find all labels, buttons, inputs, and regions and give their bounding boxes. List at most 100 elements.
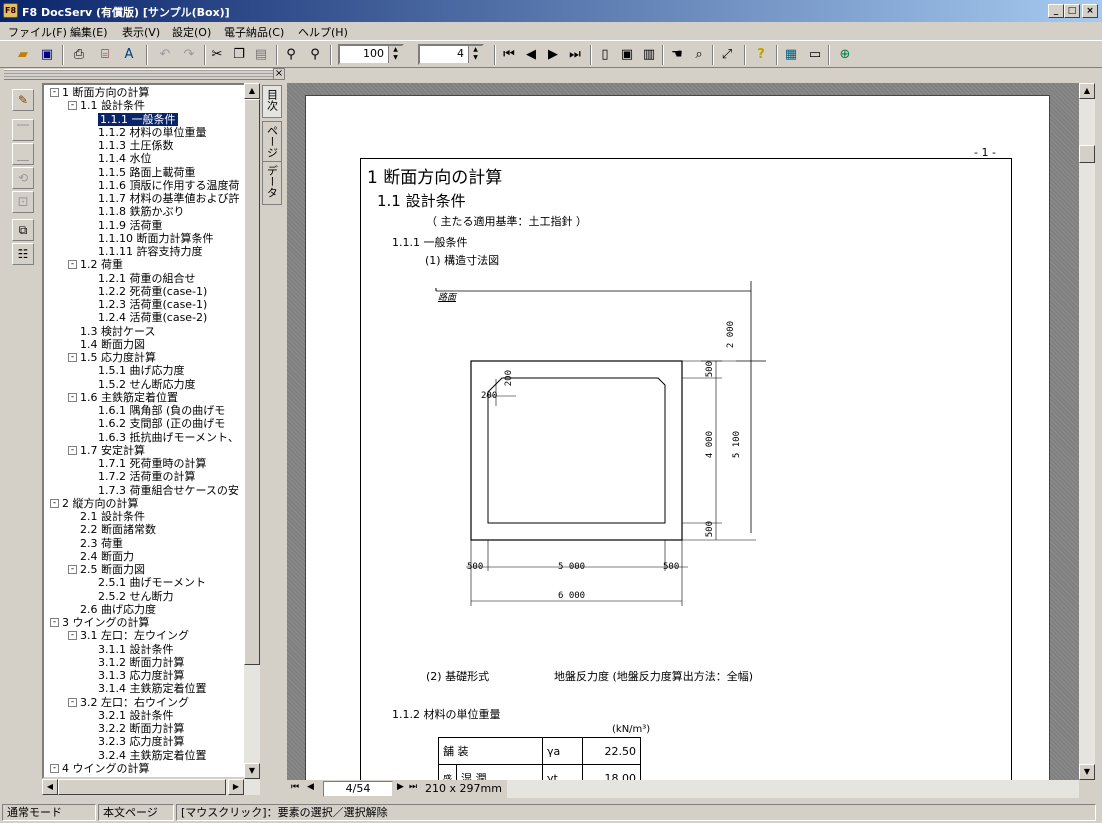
window-icon[interactable]: ▭ <box>804 44 826 66</box>
tree-item[interactable]: 4 ウイングの計算 <box>62 762 150 775</box>
doc-horizontal-scrollbar[interactable] <box>507 780 1079 798</box>
tree-item[interactable]: 1.1.11 許容支持力度 <box>98 245 202 258</box>
scroll-down-icon[interactable]: ▼ <box>244 763 260 779</box>
tree-item[interactable]: 1.1.6 頂版に作用する温度荷 <box>98 179 240 192</box>
save-icon[interactable]: ▣ <box>36 44 58 66</box>
tree-item[interactable]: 1.7.1 死荷重時の計算 <box>98 457 207 470</box>
minimize-button[interactable]: _ <box>1048 4 1064 18</box>
tree-item[interactable]: 3.1.3 応力度計算 <box>98 669 185 682</box>
fit-width-icon[interactable]: ▥ <box>638 44 660 66</box>
tree-hscroll-thumb[interactable] <box>58 779 226 795</box>
tree-item[interactable]: 2.2 断面諸常数 <box>80 523 156 536</box>
tree-item[interactable]: 3.2.3 応力度計算 <box>98 735 185 748</box>
next-page-icon[interactable]: ▶ <box>542 44 564 66</box>
first-page-nav-icon[interactable]: ⏮ <box>291 782 299 792</box>
tree-item[interactable]: 1.1.10 断面力計算条件 <box>98 232 213 245</box>
tree-item[interactable]: 1.2 荷重 <box>80 258 123 271</box>
first-page-icon[interactable]: ⏮ <box>498 44 520 66</box>
print-icon[interactable]: ⎙ <box>68 44 90 66</box>
tree-item[interactable]: 1.1.1 一般条件 <box>98 112 178 126</box>
tree-item[interactable]: 2.4 断面力 <box>80 550 134 563</box>
doc-scroll-down-icon[interactable]: ▼ <box>1079 764 1095 780</box>
tree-toggle-icon[interactable]: - <box>50 88 59 97</box>
toc-tree[interactable]: -1 断面方向の計算 -1.1 設計条件 1.1.1 一般条件 1.1.2 材料の単位… <box>42 83 260 779</box>
page-indicator[interactable]: 4/54 <box>323 781 393 797</box>
tree-item[interactable]: 2.5 断面力図 <box>80 563 145 576</box>
paste-icon[interactable]: ▤ <box>250 44 272 66</box>
tree-item[interactable]: 1 断面方向の計算 <box>62 86 150 99</box>
tree-item[interactable]: 3.1.2 断面力計算 <box>98 656 185 669</box>
redo-icon[interactable]: ↷ <box>178 44 200 66</box>
list-tool-icon[interactable]: ☷ <box>12 243 34 265</box>
tree-toggle-icon[interactable]: - <box>68 392 77 402</box>
tree-toggle-icon[interactable]: - <box>68 565 77 574</box>
tree-item[interactable]: 1.2.3 活荷重(case-1) <box>98 298 207 311</box>
tree-item[interactable]: 1.6.2 支間部 (正の曲げモ <box>98 417 225 430</box>
help-icon[interactable]: ? <box>750 44 772 66</box>
zoom-updown-icon[interactable]: ▲ ▼ <box>388 46 402 63</box>
zoom-spinner[interactable]: 100 ▲ ▼ <box>338 44 404 65</box>
tree-toggle-icon[interactable]: - <box>50 763 59 773</box>
tree-item[interactable]: 1.7.3 荷重組合せケースの安 <box>98 484 239 497</box>
tree-item[interactable]: 2.5.2 せん断力 <box>98 590 174 603</box>
tree-vertical-scrollbar[interactable]: ▲ ▼ <box>244 83 260 779</box>
next-page-nav-icon[interactable]: ▶ <box>397 782 404 792</box>
single-page-icon[interactable]: ▯ <box>594 44 616 66</box>
tab-data[interactable]: データ <box>262 161 282 205</box>
tree-item[interactable]: 1.2.1 荷重の組合せ <box>98 272 196 285</box>
prev-page-nav-icon[interactable]: ◀ <box>307 782 314 792</box>
align-top-icon[interactable]: ⎺ <box>12 119 34 141</box>
copy-icon[interactable]: ❐ <box>228 44 250 66</box>
maximize-button[interactable]: □ <box>1064 4 1080 18</box>
rotate-icon[interactable]: ⟲ <box>12 167 34 189</box>
cut-icon[interactable]: ✂ <box>206 44 228 66</box>
hand-tool-icon[interactable]: ☚ <box>666 44 688 66</box>
tree-toggle-icon[interactable]: - <box>68 697 77 707</box>
pen-tool-icon[interactable]: ✎ <box>12 89 34 111</box>
menu-edelivery[interactable]: 電子納品(C) <box>224 24 284 40</box>
menu-settings[interactable]: 設定(O) <box>172 24 211 40</box>
scroll-left-icon[interactable]: ◀ <box>42 779 58 795</box>
prev-page-icon[interactable]: ◀ <box>520 44 542 66</box>
font-icon[interactable]: A <box>118 44 140 66</box>
network-icon[interactable]: ⊕ <box>834 44 856 66</box>
tree-item[interactable]: 1.5.1 曲げ応力度 <box>98 364 185 377</box>
tree-item[interactable]: 1.1.7 材料の基準値および許 <box>98 192 240 205</box>
tree-item[interactable]: 2.6 曲げ応力度 <box>80 603 156 616</box>
undo-icon[interactable]: ↶ <box>154 44 176 66</box>
tree-item[interactable]: 1.3 検討ケース <box>80 325 155 338</box>
page-spinner[interactable]: 4 ▲ ▼ <box>418 44 484 65</box>
menu-view[interactable]: 表示(V) <box>122 24 160 40</box>
fit-page-icon[interactable]: ▣ <box>616 44 638 66</box>
pane-close-icon[interactable]: × <box>273 68 285 80</box>
tree-item[interactable]: 3.2.2 断面力計算 <box>98 722 185 735</box>
pane-grip[interactable] <box>4 69 274 80</box>
document-view[interactable]: - 1 - 1 断面方向の計算 1.1 設計条件 （ 主たる適用基準：土工指針 … <box>287 83 1079 780</box>
doc-scroll-up-icon[interactable]: ▲ <box>1079 83 1095 99</box>
tree-toggle-icon[interactable]: - <box>50 498 59 508</box>
doc-scroll-thumb[interactable] <box>1079 145 1095 163</box>
menu-file[interactable]: ファイル(F) <box>8 24 67 40</box>
tree-item[interactable]: 3.1.4 主鉄筋定着位置 <box>98 682 207 695</box>
tree-item[interactable]: 2.1 設計条件 <box>80 510 145 523</box>
tab-toc[interactable]: 目次 <box>262 85 282 118</box>
tree-item[interactable]: 1.1.3 土圧係数 <box>98 139 174 152</box>
tree-item[interactable]: 1.7.2 活荷重の計算 <box>98 470 196 483</box>
tree-toggle-icon[interactable]: - <box>68 631 77 641</box>
tree-toggle-icon[interactable]: - <box>68 101 77 111</box>
scroll-right-icon[interactable]: ▶ <box>228 779 244 795</box>
tree-item[interactable]: 1.1.4 水位 <box>98 152 152 165</box>
fullscreen-icon[interactable]: ⤢ <box>716 44 738 66</box>
tree-item[interactable]: 1.6.1 隅角部 (負の曲げモ <box>98 404 225 417</box>
tree-item[interactable]: 1.5 応力度計算 <box>80 351 156 364</box>
close-button[interactable]: × <box>1082 4 1098 18</box>
document-vertical-scrollbar[interactable]: ▲ ▼ <box>1079 83 1095 780</box>
tree-item[interactable]: 1.7 安定計算 <box>80 444 145 457</box>
tree-item[interactable]: 3.2.1 設計条件 <box>98 709 174 722</box>
tree-toggle-icon[interactable]: - <box>68 260 77 270</box>
menu-help[interactable]: ヘルプ(H) <box>298 24 348 40</box>
pdf-icon[interactable]: ⌸ <box>94 44 116 66</box>
tree-item[interactable]: 3 ウイングの計算 <box>62 616 150 629</box>
tree-item[interactable]: 1.1.8 鉄筋かぶり <box>98 205 185 218</box>
tree-item[interactable]: 1.1.9 活荷重 <box>98 219 163 232</box>
